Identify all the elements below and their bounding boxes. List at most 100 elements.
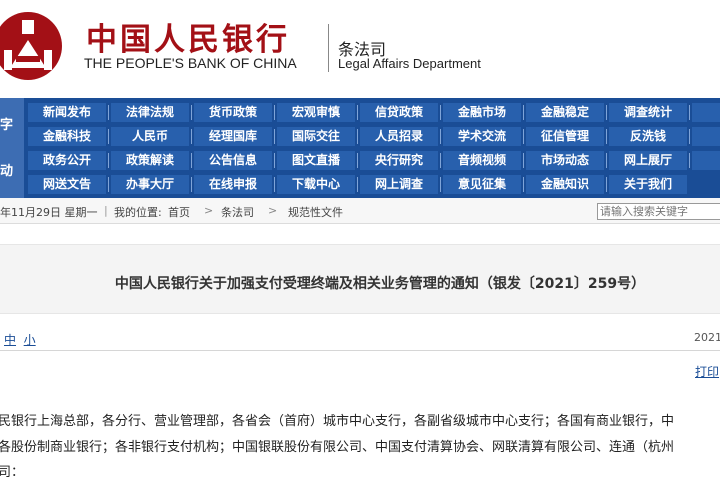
- nav-item[interactable]: 政务公开: [28, 151, 106, 170]
- nav-row: 新闻发布法律法规货币政策宏观审慎信贷政策金融市场金融稳定调查统计银: [28, 100, 720, 124]
- info-separator: |: [104, 204, 108, 217]
- nav-row: 金融科技人民币经理国库国际交往人员招录学术交流征信管理反洗钱党: [28, 124, 720, 148]
- nav-separator: [191, 177, 192, 192]
- nav-separator: [606, 129, 607, 144]
- nav-separator: [357, 105, 358, 120]
- nav-item[interactable]: 银: [692, 103, 720, 122]
- nav-separator: [689, 153, 690, 168]
- nav-item[interactable]: 宏观审慎: [277, 103, 355, 122]
- nav-item[interactable]: 信贷政策: [360, 103, 438, 122]
- nav-item[interactable]: 金融稳定: [526, 103, 604, 122]
- site-header: 中国人民银行 THE PEOPLE'S BANK OF CHINA 条法司 Le…: [0, 0, 720, 98]
- nav-separator: [523, 105, 524, 120]
- nav-item[interactable]: 法律法规: [111, 103, 189, 122]
- nav-separator: [440, 153, 441, 168]
- nav-item[interactable]: 学术交流: [443, 127, 521, 146]
- nav-item[interactable]: 反洗钱: [609, 127, 687, 146]
- nav-separator: [108, 177, 109, 192]
- nav-side-label: 动: [0, 164, 14, 179]
- nav-separator: [274, 177, 275, 192]
- nav-separator: [274, 105, 275, 120]
- nav-item[interactable]: 在线申报: [194, 175, 272, 194]
- nav-separator: [523, 177, 524, 192]
- search-input[interactable]: [597, 203, 720, 220]
- nav-item[interactable]: 网送文告: [28, 175, 106, 194]
- nav-item[interactable]: 金融科技: [28, 127, 106, 146]
- nav-separator: [606, 177, 607, 192]
- nav-separator: [108, 105, 109, 120]
- nav-separator: [523, 153, 524, 168]
- nav-separator: [689, 105, 690, 120]
- nav-separator: [274, 153, 275, 168]
- nav-item[interactable]: 图文直播: [277, 151, 355, 170]
- nav-item[interactable]: 金融知识: [526, 175, 604, 194]
- header-divider: [328, 24, 329, 72]
- nav-item[interactable]: 央行研究: [360, 151, 438, 170]
- body-line: 民银行上海总部，各分行、营业管理部，各省会（首府）城市中心支行，各副省级城市中心…: [0, 414, 675, 429]
- main-nav: 字 动 新闻发布法律法规货币政策宏观审慎信贷政策金融市场金融稳定调查统计银金融科…: [0, 98, 720, 198]
- nav-separator: [440, 129, 441, 144]
- nav-separator: [191, 105, 192, 120]
- nav-separator: [523, 129, 524, 144]
- pboc-emblem-icon: [0, 12, 62, 80]
- nav-item[interactable]: 经理国库: [194, 127, 272, 146]
- nav-side-label: 字: [0, 118, 14, 133]
- nav-item[interactable]: 征信管理: [526, 127, 604, 146]
- nav-separator: [357, 153, 358, 168]
- nav-item[interactable]: 金融市场: [443, 103, 521, 122]
- nav-item[interactable]: 国际交往: [277, 127, 355, 146]
- nav-item[interactable]: 意见征集: [443, 175, 521, 194]
- nav-grid: 新闻发布法律法规货币政策宏观审慎信贷政策金融市场金融稳定调查统计银金融科技人民币…: [28, 100, 720, 196]
- body-line: 司：: [0, 465, 25, 480]
- nav-item[interactable]: 下载中心: [277, 175, 355, 194]
- breadcrumb-separator: >: [204, 204, 214, 217]
- nav-row: 网送文告 办事大厅 在线申报 下载中心 网上调查 意见征集 金融知识 关于我们: [28, 172, 720, 196]
- nav-separator: [689, 129, 690, 144]
- nav-separator: [191, 153, 192, 168]
- nav-item[interactable]: 货币政策: [194, 103, 272, 122]
- nav-separator: [440, 177, 441, 192]
- font-size-small[interactable]: 小: [24, 333, 36, 347]
- nav-item[interactable]: 网上展厅: [609, 151, 687, 170]
- font-size-medium[interactable]: 中: [4, 333, 16, 347]
- body-line: 各股份制商业银行；各非银行支付机构；中国银联股份有限公司、中国支付清算协会、网联…: [0, 440, 675, 455]
- bank-name-en: THE PEOPLE'S BANK OF CHINA: [84, 55, 297, 71]
- bank-name-cn: 中国人民银行: [86, 22, 290, 58]
- nav-separator: [440, 105, 441, 120]
- nav-separator: [357, 177, 358, 192]
- nav-item[interactable]: 市场动态: [526, 151, 604, 170]
- location-label: 我的位置:: [114, 206, 162, 219]
- nav-item[interactable]: 关于我们: [609, 175, 687, 194]
- nav-item[interactable]: 音频视频: [443, 151, 521, 170]
- nav-item[interactable]: 报: [692, 151, 720, 170]
- breadcrumb-dept[interactable]: 条法司: [221, 204, 254, 220]
- nav-item[interactable]: 人员招录: [360, 127, 438, 146]
- nav-item[interactable]: 调查统计: [609, 103, 687, 122]
- content-rule: [0, 350, 720, 351]
- nav-separator: [108, 153, 109, 168]
- breadcrumb-separator: >: [268, 204, 278, 217]
- breadcrumb-current[interactable]: 规范性文件: [288, 204, 343, 220]
- breadcrumb-home[interactable]: 首页: [168, 204, 190, 220]
- publish-date: 2021-: [694, 331, 720, 344]
- dept-name-en: Legal Affairs Department: [338, 56, 481, 71]
- nav-item[interactable]: 政策解读: [111, 151, 189, 170]
- nav-item[interactable]: 网上调查: [360, 175, 438, 194]
- nav-side-panel: 字 动: [0, 98, 24, 198]
- print-link[interactable]: 打印: [695, 363, 719, 380]
- nav-item[interactable]: 公告信息: [194, 151, 272, 170]
- nav-separator: [606, 105, 607, 120]
- nav-item[interactable]: 人民币: [111, 127, 189, 146]
- nav-separator: [606, 153, 607, 168]
- nav-separator: [357, 129, 358, 144]
- nav-item[interactable]: 党: [692, 127, 720, 146]
- nav-item[interactable]: 新闻发布: [28, 103, 106, 122]
- nav-row: 政务公开政策解读公告信息图文直播央行研究音频视频市场动态网上展厅报: [28, 148, 720, 172]
- nav-separator: [191, 129, 192, 144]
- nav-separator: [274, 129, 275, 144]
- current-date: 年11月29日 星期一: [0, 206, 98, 219]
- font-size-control: 中 小: [4, 331, 36, 348]
- nav-separator: [108, 129, 109, 144]
- article-title: 中国人民银行关于加强支付受理终端及相关业务管理的通知（银发〔2021〕259号）: [114, 276, 646, 292]
- nav-item[interactable]: 办事大厅: [111, 175, 189, 194]
